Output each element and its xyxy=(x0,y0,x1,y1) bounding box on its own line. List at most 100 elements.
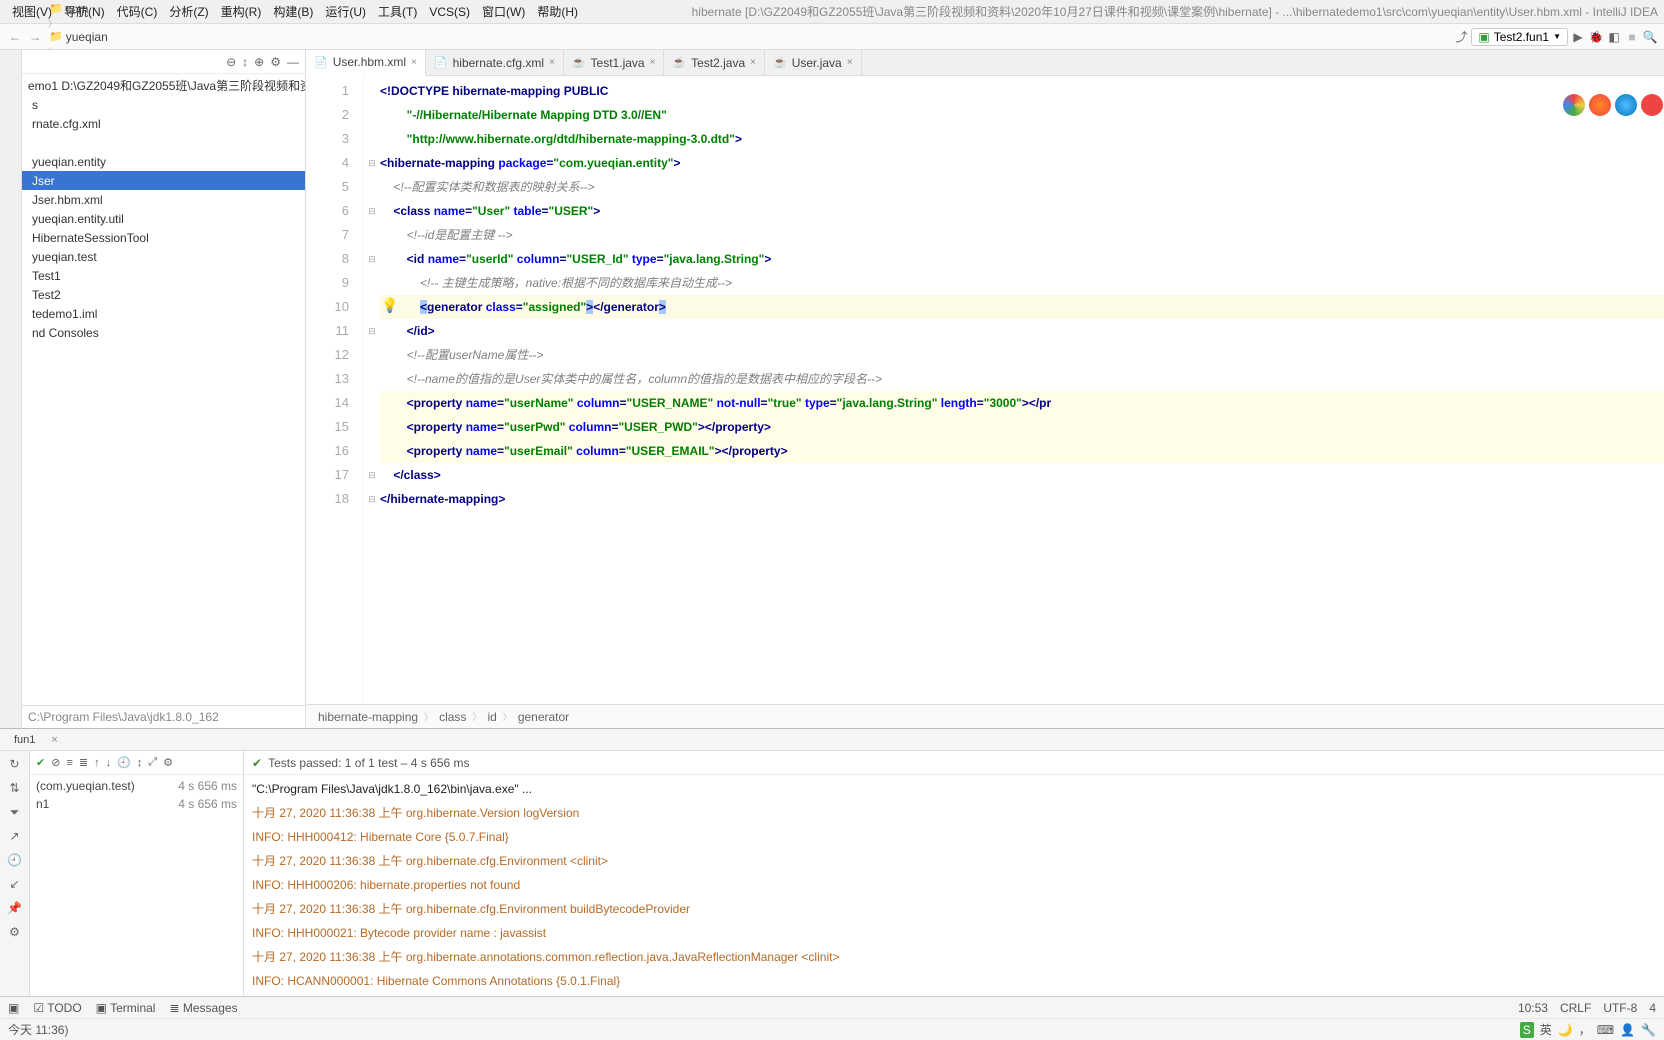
fold-marker[interactable]: ⊟ xyxy=(364,463,380,487)
breadcrumb-item[interactable]: 📁com xyxy=(46,2,142,16)
sort-icon[interactable]: ≡ xyxy=(66,757,72,769)
import-icon[interactable]: ↙ xyxy=(6,875,24,893)
fold-marker[interactable] xyxy=(364,439,380,463)
breadcrumb-item[interactable]: 📁yueqian xyxy=(46,30,142,44)
status-right-item[interactable]: 10:53 xyxy=(1518,1001,1548,1015)
editor-tab[interactable]: ☕User.java× xyxy=(765,50,862,75)
tray-moon-icon[interactable]: 🌙 xyxy=(1558,1023,1573,1037)
firefox-icon[interactable] xyxy=(1589,94,1611,116)
tree-item[interactable]: Test1 xyxy=(22,266,305,285)
fold-marker[interactable] xyxy=(364,415,380,439)
fold-marker[interactable] xyxy=(364,271,380,295)
editor-bc-item[interactable]: generator xyxy=(518,710,569,724)
status-right-item[interactable]: CRLF xyxy=(1560,1001,1591,1015)
build-icon[interactable]: ⤴ xyxy=(1453,29,1469,45)
code-line[interactable]: <hibernate-mapping package="com.yueqian.… xyxy=(380,151,1664,175)
stop-button-icon[interactable]: ■ xyxy=(1624,29,1640,45)
tree-item[interactable]: tedemo1.iml xyxy=(22,304,305,323)
tray-kb-icon[interactable]: ⌨ xyxy=(1597,1023,1614,1037)
tree-item[interactable]: HibernateSessionTool xyxy=(22,228,305,247)
fold-marker[interactable]: ⊟ xyxy=(364,319,380,343)
fold-marker[interactable] xyxy=(364,343,380,367)
status-item[interactable]: ≣ Messages xyxy=(169,1001,237,1015)
exp-icon[interactable]: ⤢ xyxy=(148,756,157,769)
code-line[interactable]: <!--配置实体类和数据表的映射关系--> xyxy=(380,175,1664,199)
code-editor[interactable]: 123456789101112131415161718 ⊟⊟⊟⊟⊟⊟ <!DOC… xyxy=(306,76,1664,704)
tree-item[interactable]: s xyxy=(22,95,305,114)
debug-button-icon[interactable]: 🐞 xyxy=(1588,29,1604,45)
down-icon[interactable]: ↓ xyxy=(106,757,112,769)
history-icon[interactable]: 🕘 xyxy=(6,851,24,869)
status-item[interactable]: ☑ TODO xyxy=(33,1001,81,1015)
code-line[interactable]: </class> xyxy=(380,463,1664,487)
close-tab-icon[interactable]: × xyxy=(43,732,65,748)
pin-icon[interactable]: 📌 xyxy=(6,899,24,917)
tree-item[interactable]: nd Consoles xyxy=(22,323,305,342)
fail-filter-icon[interactable]: ⊘ xyxy=(51,756,60,769)
fold-marker[interactable] xyxy=(364,295,380,319)
console-output[interactable]: "C:\Program Files\Java\jdk1.8.0_162\bin\… xyxy=(244,775,1664,996)
ok-filter-icon[interactable]: ✔ xyxy=(36,756,45,769)
code-line[interactable]: <!DOCTYPE hibernate-mapping PUBLIC xyxy=(380,79,1664,103)
run-config-selector[interactable]: ▣ Test2.fun1 ▼ xyxy=(1471,28,1568,46)
intention-bulb-icon[interactable]: 💡 xyxy=(381,297,398,314)
code-line[interactable]: <id name="userId" column="USER_Id" type=… xyxy=(380,247,1664,271)
status-square-icon[interactable]: ▣ xyxy=(8,1001,19,1015)
fold-marker[interactable] xyxy=(364,103,380,127)
project-root[interactable]: emo1 D:\GZ2049和GZ2055班\Java第三阶段视频和资料\202… xyxy=(22,76,305,95)
tree-item[interactable]: Jser xyxy=(22,171,305,190)
fold-marker[interactable] xyxy=(364,175,380,199)
gear2-icon[interactable]: ⚙ xyxy=(163,756,173,769)
menu-item[interactable]: 运行(U) xyxy=(319,3,372,21)
nav-fwd-icon[interactable]: → xyxy=(26,28,44,46)
code-line[interactable]: "http://www.hibernate.org/dtd/hibernate-… xyxy=(380,127,1664,151)
menu-item[interactable]: 构建(B) xyxy=(267,3,319,21)
editor-tab[interactable]: 📄hibernate.cfg.xml× xyxy=(426,50,564,75)
editor-tab[interactable]: ☕Test2.java× xyxy=(664,50,765,75)
fold-marker[interactable]: ⊟ xyxy=(364,487,380,511)
fold-marker[interactable] xyxy=(364,223,380,247)
fold-marker[interactable] xyxy=(364,391,380,415)
run-button-icon[interactable]: ▶ xyxy=(1570,29,1586,45)
tree-item[interactable]: yueqian.test xyxy=(22,247,305,266)
tree-item[interactable]: Test2 xyxy=(22,285,305,304)
sort2-icon[interactable]: ≣ xyxy=(79,756,88,769)
code-line[interactable]: <property name="userPwd" column="USER_PW… xyxy=(380,415,1664,439)
fold-marker[interactable]: ⊟ xyxy=(364,151,380,175)
sort3-icon[interactable]: ↕ xyxy=(137,757,143,769)
search-icon[interactable]: 🔍 xyxy=(1642,29,1658,45)
code-body[interactable]: <!DOCTYPE hibernate-mapping PUBLIC "-//H… xyxy=(380,76,1664,704)
expand-icon[interactable]: ↕ xyxy=(242,55,248,69)
tray-person-icon[interactable]: 👤 xyxy=(1620,1023,1635,1037)
close-icon[interactable]: × xyxy=(650,57,656,68)
tree-item[interactable]: yueqian.entity xyxy=(22,152,305,171)
code-line[interactable]: <!--name的值指的是User实体类中的属性名，column的值指的是数据表… xyxy=(380,367,1664,391)
tree-item[interactable]: rnate.cfg.xml xyxy=(22,114,305,133)
fold-marker[interactable] xyxy=(364,127,380,151)
menu-item[interactable]: 工具(T) xyxy=(372,3,423,21)
settings-icon[interactable]: ⚙ xyxy=(6,923,24,941)
tray-ime-icon[interactable]: S xyxy=(1520,1022,1534,1038)
up-icon[interactable]: ↑ xyxy=(94,757,100,769)
collapse-icon[interactable]: ⊖ xyxy=(226,55,236,69)
fold-marker[interactable] xyxy=(364,367,380,391)
status-item[interactable]: ▣ Terminal xyxy=(96,1001,156,1015)
editor-bc-item[interactable]: hibernate-mapping xyxy=(318,710,418,724)
tree-item[interactable]: yueqian.entity.util xyxy=(22,209,305,228)
editor-bc-item[interactable]: id xyxy=(487,710,496,724)
code-line[interactable]: <property name="userName" column="USER_N… xyxy=(380,391,1664,415)
close-icon[interactable]: × xyxy=(549,57,555,68)
menu-item[interactable]: 窗口(W) xyxy=(476,3,531,21)
code-line[interactable]: <!-- 主键生成策略，native:根据不同的数据库来自动生成--> xyxy=(380,271,1664,295)
menu-item[interactable]: 帮助(H) xyxy=(531,3,584,21)
code-line[interactable]: <class name="User" table="USER"> xyxy=(380,199,1664,223)
code-line[interactable]: <generator class="assigned"></generator> xyxy=(380,295,1664,319)
editor-tab[interactable]: 📄User.hbm.xml× xyxy=(306,50,426,76)
tray-lang-icon[interactable]: 英 xyxy=(1540,1021,1552,1038)
menu-item[interactable]: VCS(S) xyxy=(423,3,476,21)
editor-tab[interactable]: ☕Test1.java× xyxy=(564,50,665,75)
clock-icon[interactable]: 🕘 xyxy=(117,756,131,769)
menu-item[interactable]: 分析(Z) xyxy=(163,3,214,21)
nav-back-icon[interactable]: ← xyxy=(6,28,24,46)
menu-item[interactable]: 重构(R) xyxy=(215,3,268,21)
